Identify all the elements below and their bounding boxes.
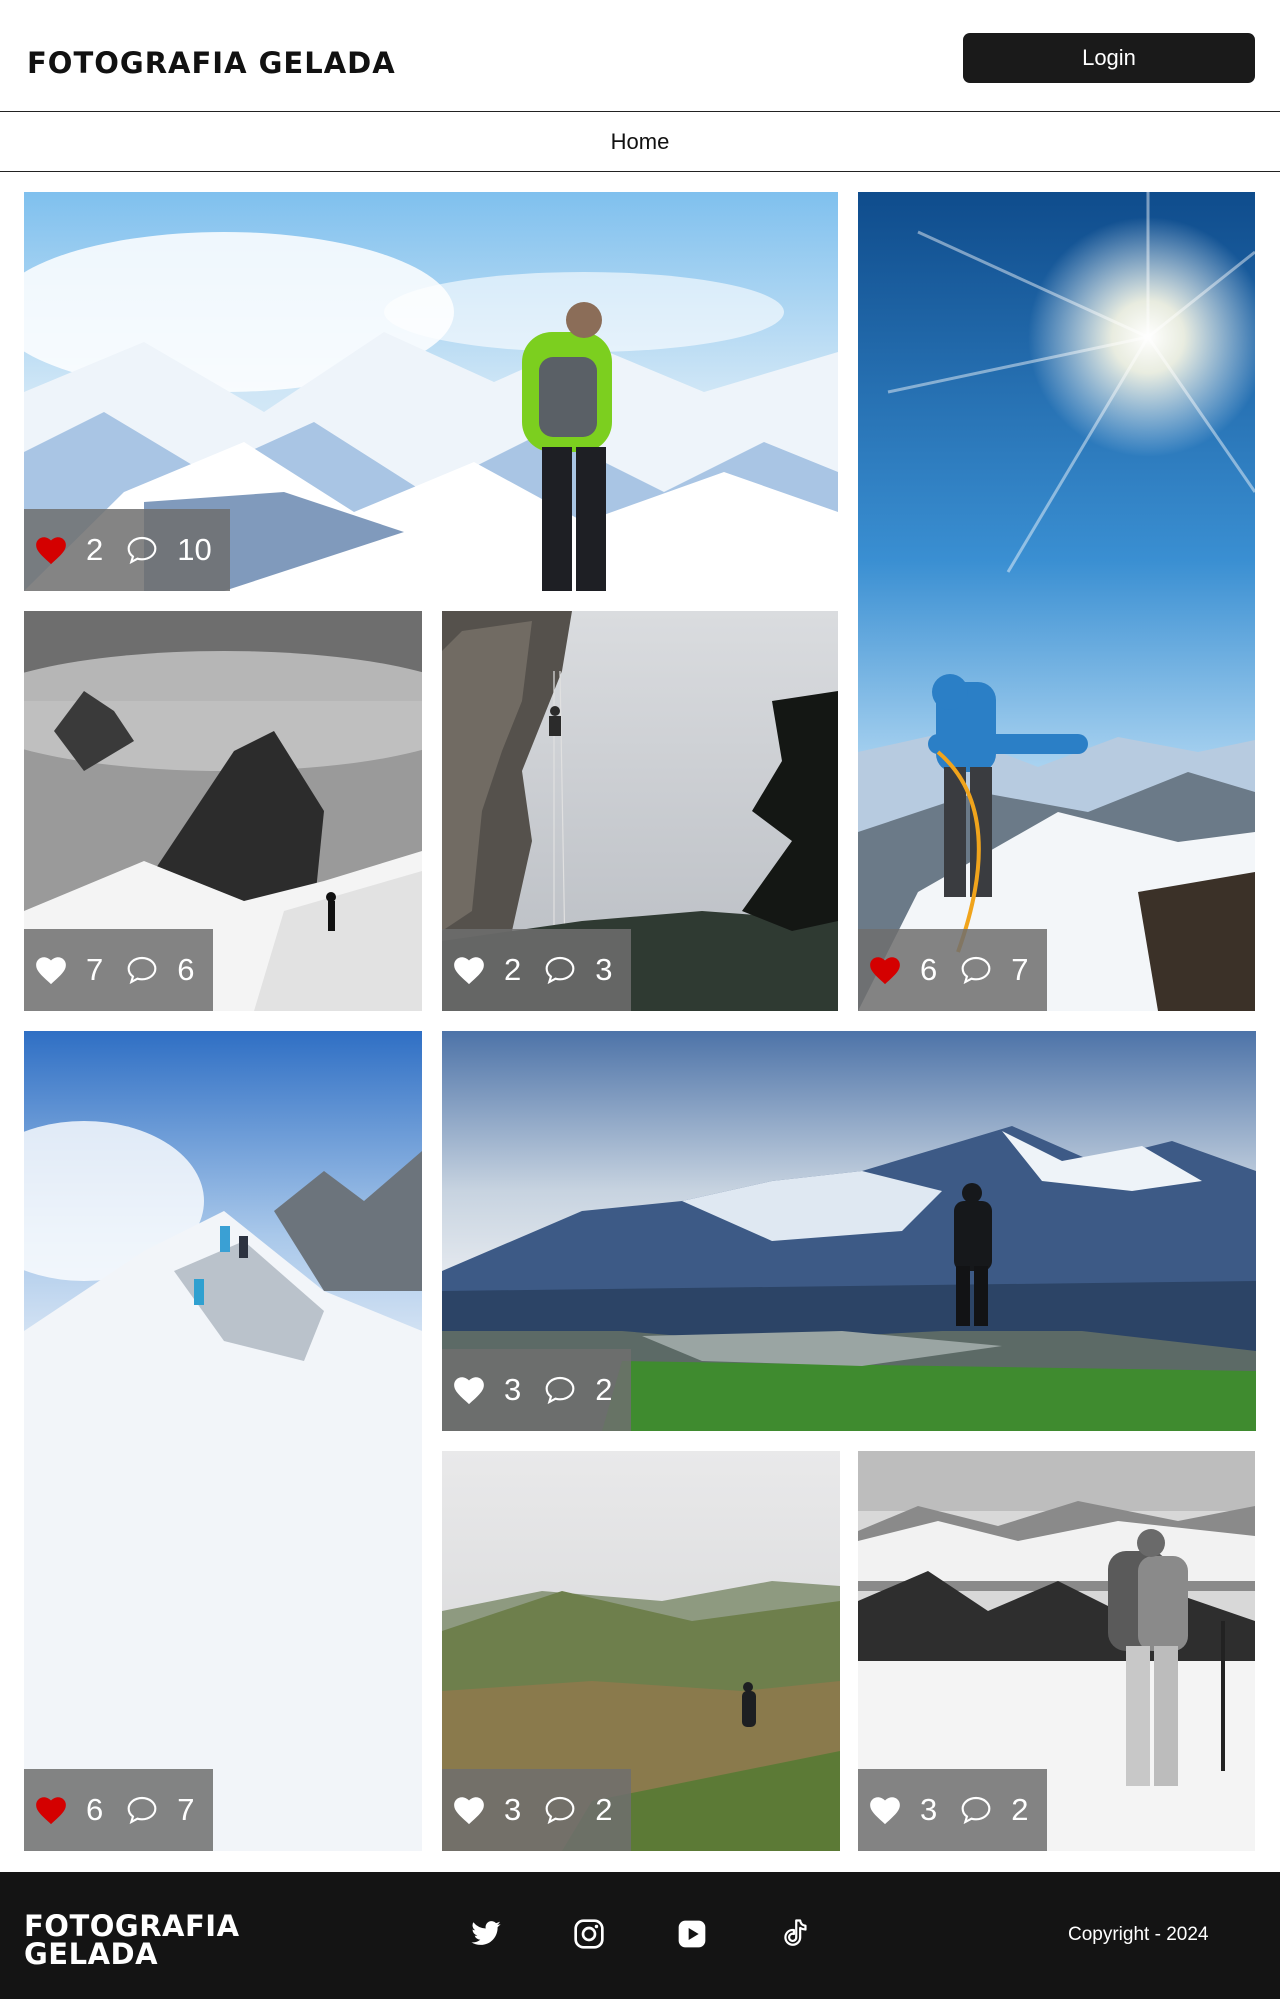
- heart-outline-icon[interactable]: [448, 1369, 490, 1411]
- copyright-text: Copyright - 2024: [1068, 1924, 1209, 1945]
- comments-count: 2: [1011, 1792, 1029, 1827]
- heart-filled-icon[interactable]: [30, 1789, 72, 1831]
- photo-card[interactable]: 3 2: [442, 1451, 840, 1851]
- comment-icon[interactable]: [539, 1369, 581, 1411]
- heart-outline-icon[interactable]: [448, 949, 490, 991]
- photo-stats: 2 10: [24, 509, 230, 591]
- photo-stats: 6 7: [24, 1769, 213, 1851]
- comments-count: 10: [177, 532, 212, 567]
- photo-stats: 2 3: [442, 929, 631, 1011]
- comments-count: 7: [177, 1792, 195, 1827]
- instagram-icon[interactable]: [569, 1914, 609, 1954]
- main-nav: Home: [0, 112, 1280, 172]
- likes-count: 2: [504, 952, 522, 987]
- heart-filled-icon[interactable]: [30, 529, 72, 571]
- photo-card[interactable]: 3 2: [858, 1451, 1255, 1851]
- likes-count: 2: [86, 532, 104, 567]
- photo-card[interactable]: 3 2: [442, 1031, 1256, 1431]
- comment-icon[interactable]: [955, 1789, 997, 1831]
- photo-stats: 3 2: [442, 1349, 631, 1431]
- twitter-icon[interactable]: [466, 1914, 506, 1954]
- photo-card[interactable]: 6 7: [858, 192, 1255, 1011]
- heart-outline-icon[interactable]: [448, 1789, 490, 1831]
- likes-count: 7: [86, 952, 104, 987]
- footer-logo-line2: GELADA: [24, 1937, 159, 1971]
- youtube-icon[interactable]: [672, 1914, 712, 1954]
- comments-count: 6: [177, 952, 195, 987]
- footer-logo[interactable]: FOTOGRAFIA GELADA: [24, 1909, 240, 1971]
- photo-climber-sunburst: [858, 192, 1255, 1011]
- photo-stats: 3 2: [442, 1769, 631, 1851]
- heart-outline-icon[interactable]: [30, 949, 72, 991]
- heart-outline-icon[interactable]: [864, 1789, 906, 1831]
- login-button[interactable]: Login: [963, 33, 1255, 83]
- footer-logo-line1: FOTOGRAFIA: [24, 1909, 240, 1943]
- site-logo[interactable]: FOTOGRAFIA GELADA: [27, 46, 396, 80]
- site-header: FOTOGRAFIA GELADA Login: [0, 0, 1280, 112]
- photo-stats: 7 6: [24, 929, 213, 1011]
- photo-stats: 6 7: [858, 929, 1047, 1011]
- comments-count: 3: [595, 952, 613, 987]
- photo-card[interactable]: 7 6: [24, 611, 422, 1011]
- comments-count: 2: [595, 1792, 613, 1827]
- likes-count: 3: [920, 1792, 938, 1827]
- comment-icon[interactable]: [539, 949, 581, 991]
- likes-count: 3: [504, 1372, 522, 1407]
- tiktok-icon[interactable]: [775, 1914, 815, 1954]
- comments-count: 2: [595, 1372, 613, 1407]
- comment-icon[interactable]: [955, 949, 997, 991]
- photo-card[interactable]: 2 3: [442, 611, 838, 1011]
- photo-stats: 3 2: [858, 1769, 1047, 1851]
- comments-count: 7: [1011, 952, 1029, 987]
- likes-count: 6: [86, 1792, 104, 1827]
- site-footer: FOTOGRAFIA GELADA Copyright - 2024: [0, 1872, 1280, 1999]
- photo-card[interactable]: 2 10: [24, 192, 838, 591]
- photo-card[interactable]: 6 7: [24, 1031, 422, 1851]
- nav-home-link[interactable]: Home: [611, 129, 670, 155]
- comment-icon[interactable]: [539, 1789, 581, 1831]
- likes-count: 3: [504, 1792, 522, 1827]
- likes-count: 6: [920, 952, 938, 987]
- comment-icon[interactable]: [121, 949, 163, 991]
- comment-icon[interactable]: [121, 529, 163, 571]
- photo-snow-ridge-climbers: [24, 1031, 422, 1851]
- heart-filled-icon[interactable]: [864, 949, 906, 991]
- comment-icon[interactable]: [121, 1789, 163, 1831]
